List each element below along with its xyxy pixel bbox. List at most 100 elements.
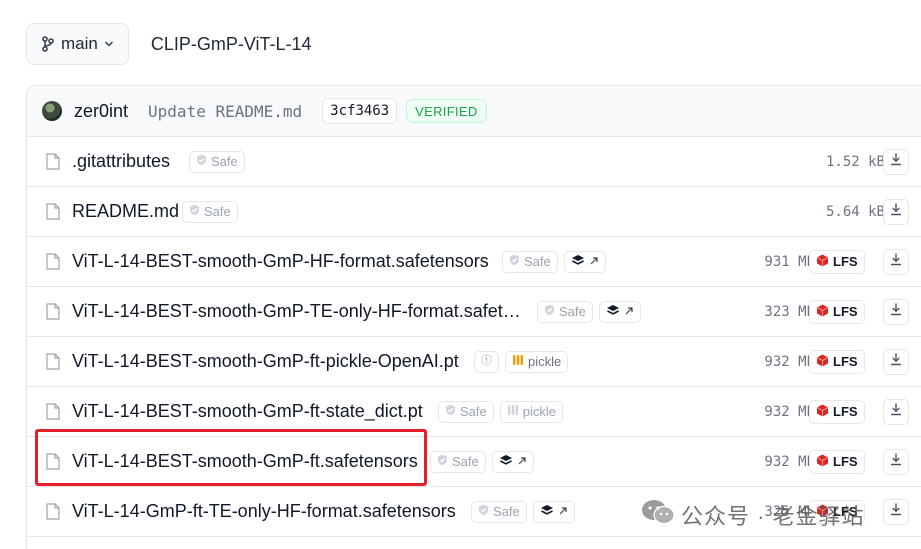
safe-badge[interactable]: Safe	[430, 450, 486, 473]
file-icon	[46, 153, 60, 175]
file-name[interactable]: README.md	[72, 201, 179, 222]
safe-badge[interactable]: Safe	[438, 400, 494, 423]
pickle-icon	[507, 404, 519, 419]
avatar[interactable]	[42, 101, 62, 121]
download-button[interactable]	[883, 298, 909, 325]
lfs-cube-icon	[816, 404, 829, 420]
lfs-cube-icon	[816, 354, 829, 370]
file-name[interactable]: ViT-L-14-BEST-smooth-GmP-HF-format.safet…	[72, 251, 489, 272]
download-icon	[889, 152, 903, 171]
safe-label: Safe	[493, 504, 520, 519]
download-button[interactable]	[883, 248, 909, 275]
file-size: 932 MB	[764, 403, 815, 420]
commit-author[interactable]: zer0int	[74, 101, 128, 122]
file-row[interactable]: ViT-L-14-BEST-smooth-GmP-ft-pickle-OpenA…	[27, 337, 921, 387]
file-icon	[46, 253, 60, 275]
download-icon	[889, 202, 903, 221]
external-link-icon	[558, 504, 568, 519]
layers-icon	[606, 304, 620, 319]
safe-label: Safe	[559, 304, 586, 319]
lfs-label: LFS	[833, 254, 858, 269]
commit-hash[interactable]: 3cf3463	[322, 98, 398, 124]
download-button[interactable]	[883, 348, 909, 375]
download-icon	[889, 452, 903, 471]
pickle-badge[interactable]: pickle	[499, 400, 563, 423]
pickle-label: pickle	[522, 404, 556, 419]
highlight-box	[35, 429, 427, 486]
safe-label: Safe	[211, 154, 238, 169]
watermark: 公众号 · 老金驿站	[641, 498, 865, 532]
repo-header: main CLIP-GmP-ViT-L-14	[26, 23, 312, 65]
lfs-label: LFS	[833, 454, 858, 469]
branch-selector[interactable]: main	[26, 23, 129, 65]
last-commit-row: zer0int Update README.md 3cf3463 VERIFIE…	[27, 86, 921, 137]
shield-check-icon	[478, 504, 489, 519]
file-icon	[46, 303, 60, 325]
lfs-cube-icon	[816, 254, 829, 270]
file-icon	[46, 503, 60, 525]
verified-badge: VERIFIED	[406, 99, 487, 123]
safe-label: Safe	[452, 454, 479, 469]
file-row[interactable]: .gitattributes Safe 1.52 kB	[27, 137, 921, 187]
safe-badge[interactable]: Safe	[182, 200, 238, 223]
download-button[interactable]	[883, 498, 909, 525]
pickle-icon	[512, 354, 524, 369]
commit-message[interactable]: Update README.md	[148, 102, 302, 121]
file-size: 5.64 kB	[825, 203, 885, 220]
file-size: 932 MB	[764, 353, 815, 370]
lfs-label: LFS	[833, 404, 858, 419]
file-icon	[46, 203, 60, 225]
lfs-cube-icon	[816, 304, 829, 320]
file-name[interactable]: ViT-L-14-GmP-ft-TE-only-HF-format.safete…	[72, 501, 456, 522]
safe-label: Safe	[460, 404, 487, 419]
file-name[interactable]: .gitattributes	[72, 151, 170, 172]
shield-check-icon	[437, 454, 448, 469]
download-button[interactable]	[883, 398, 909, 425]
file-name[interactable]: ViT-L-14-BEST-smooth-GmP-ft-pickle-OpenA…	[72, 351, 459, 372]
chevron-down-icon	[104, 40, 114, 48]
file-size: 931 MB	[764, 253, 815, 270]
repo-title: CLIP-GmP-ViT-L-14	[150, 33, 312, 54]
lfs-badge[interactable]: LFS	[809, 249, 865, 274]
warning-badge[interactable]	[474, 350, 499, 373]
pickle-label: pickle	[528, 354, 562, 369]
download-button[interactable]	[883, 198, 909, 225]
file-name[interactable]: ViT-L-14-BEST-smooth-GmP-TE-only-HF-form…	[72, 301, 521, 322]
safe-badge[interactable]: Safe	[537, 300, 593, 323]
file-name[interactable]: ViT-L-14-BEST-smooth-GmP-ft-state_dict.p…	[72, 401, 423, 422]
viewer-link[interactable]	[491, 450, 534, 473]
shield-check-icon	[544, 304, 555, 319]
shield-check-icon	[189, 204, 200, 219]
file-row[interactable]: ViT-L-14-BEST-smooth-GmP-HF-format.safet…	[27, 237, 921, 287]
download-icon	[889, 252, 903, 271]
lfs-badge[interactable]: LFS	[809, 449, 865, 474]
download-icon	[889, 502, 903, 521]
lfs-badge[interactable]: LFS	[809, 299, 865, 324]
pickle-badge[interactable]: pickle	[505, 350, 569, 373]
viewer-link[interactable]	[563, 250, 606, 273]
file-icon	[46, 403, 60, 425]
lfs-cube-icon	[816, 454, 829, 470]
viewer-link[interactable]	[598, 300, 641, 323]
viewer-link[interactable]	[532, 500, 575, 523]
lfs-badge[interactable]: LFS	[809, 349, 865, 374]
external-link-icon	[589, 254, 599, 269]
download-button[interactable]	[883, 148, 909, 175]
file-row[interactable]: README.md Safe 5.64 kB	[27, 187, 921, 237]
external-link-icon	[517, 454, 527, 469]
file-row[interactable]: ViT-L-14-BEST-smooth-GmP-TE-only-HF-form…	[27, 287, 921, 337]
safe-label: Safe	[204, 204, 231, 219]
download-icon	[889, 302, 903, 321]
file-icon	[46, 353, 60, 375]
lfs-badge[interactable]: LFS	[809, 399, 865, 424]
safe-badge[interactable]: Safe	[502, 250, 558, 273]
safe-badge[interactable]: Safe	[471, 500, 527, 523]
git-branch-icon	[41, 36, 55, 52]
file-size: 323 MB	[764, 303, 815, 320]
layers-icon	[571, 254, 585, 269]
download-button[interactable]	[883, 448, 909, 475]
safe-badge[interactable]: Safe	[189, 150, 245, 173]
lfs-label: LFS	[833, 304, 858, 319]
lfs-label: LFS	[833, 354, 858, 369]
download-icon	[889, 402, 903, 421]
